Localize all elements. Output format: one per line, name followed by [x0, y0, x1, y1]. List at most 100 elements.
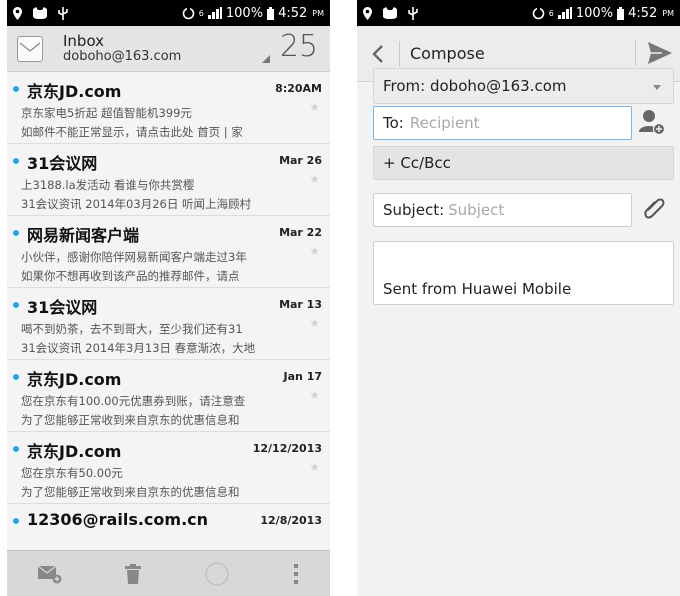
- unread-dot: [13, 374, 19, 380]
- star-icon[interactable]: ★: [309, 244, 320, 258]
- subject-placeholder: Subject: [448, 201, 505, 219]
- to-label: To:: [383, 114, 404, 132]
- cat-icon: [33, 7, 47, 19]
- battery-percent: 100%: [575, 5, 614, 21]
- mail-subject: 您在京东有50.00元: [21, 466, 123, 480]
- mail-date: 8:20AM: [275, 82, 322, 95]
- send-button[interactable]: [648, 42, 672, 68]
- star-icon[interactable]: ★: [309, 172, 320, 186]
- add-contact-icon: [639, 110, 666, 136]
- mail-subject: 上3188.la发活动 看谁与你共赏樱: [21, 178, 195, 192]
- star-icon[interactable]: ★: [309, 388, 320, 402]
- location-icon: [13, 6, 22, 20]
- mail-date: Mar 26: [279, 154, 322, 167]
- unread-dot: [13, 302, 19, 308]
- to-field[interactable]: To: Recipient: [373, 106, 632, 140]
- mail-subject: 您在京东有100.00元优惠券到账，请注意查: [21, 394, 246, 408]
- from-account-select[interactable]: From: doboho@163.com: [373, 68, 674, 104]
- mail-date: Jan 17: [283, 370, 322, 383]
- mail-sender: 网易新闻客户端: [27, 226, 140, 245]
- mail-subject: 小伙伴，感谢你陪伴网易新闻客户端走过3年: [21, 250, 247, 264]
- mail-row[interactable]: 京东JD.com 12/12/2013 您在京东有50.00元 为了您能够正常收…: [7, 432, 330, 504]
- unread-dot: [13, 86, 19, 92]
- mail-row[interactable]: 31会议网 Mar 13 喝不到奶茶，去不到哥大，至少我们还有31 31会议资讯…: [7, 288, 330, 360]
- chevron-down-icon: [653, 85, 661, 90]
- mail-preview: 31会议资讯 2014年03月26日 听闻上海顾村: [21, 197, 251, 211]
- action-bar: [7, 550, 330, 596]
- star-icon[interactable]: ★: [309, 316, 320, 330]
- back-button[interactable]: [365, 39, 391, 69]
- battery-icon: [617, 6, 625, 20]
- mail-row[interactable]: 京东JD.com Jan 17 您在京东有100.00元优惠券到账，请注意查 为…: [7, 360, 330, 432]
- signal-icon: [207, 7, 222, 19]
- cc-bcc-label: + Cc/Bcc: [383, 154, 451, 172]
- status-bar: 6 100% 4:52 PM: [357, 0, 680, 26]
- usb-icon: [408, 6, 418, 20]
- mail-preview: 31会议资讯 2014年3月13日 春意渐浓，大地: [21, 341, 256, 355]
- mail-row[interactable]: 网易新闻客户端 Mar 22 小伙伴，感谢你陪伴网易新闻客户端走过3年 如果你不…: [7, 216, 330, 288]
- compose-title: Compose: [410, 44, 485, 63]
- unread-dot: [13, 518, 19, 524]
- refresh-icon[interactable]: [204, 561, 230, 587]
- mail-date: Mar 22: [279, 226, 322, 239]
- mail-preview: 如果你不想再收到该产品的推荐邮件，请点: [21, 269, 240, 283]
- mail-date: 12/12/2013: [252, 442, 322, 455]
- mail-sender: 31会议网: [27, 154, 98, 173]
- mail-list: 京东JD.com 8:20AM 京东家电5折起 超值智能机399元 如邮件不能正…: [7, 72, 330, 576]
- add-contact-button[interactable]: [638, 108, 666, 140]
- inbox-header[interactable]: Inbox doboho@163.com 25: [7, 26, 330, 72]
- subject-label: Subject:: [383, 201, 445, 219]
- from-value: From: doboho@163.com: [383, 77, 567, 95]
- send-icon: [648, 42, 672, 64]
- status-bar: 6 100% 4:52 PM: [7, 0, 330, 26]
- mail-sender: 京东JD.com: [27, 370, 122, 389]
- mail-preview: 为了您能够正常收到来自京东的优惠信息和: [21, 413, 240, 427]
- unread-dot: [13, 158, 19, 164]
- mail-row[interactable]: 31会议网 Mar 26 上3188.la发活动 看谁与你共赏樱 31会议资讯 …: [7, 144, 330, 216]
- star-icon[interactable]: ★: [309, 100, 320, 114]
- battery-percent: 100%: [225, 5, 264, 21]
- divider: [635, 40, 636, 66]
- clock: 4:52: [628, 5, 658, 21]
- mail-date: 12/8/2013: [260, 514, 322, 527]
- compose-screen: 6 100% 4:52 PM Compose From: doboho@163.c…: [357, 0, 680, 596]
- inbox-account: doboho@163.com: [63, 48, 182, 64]
- unread-count: 25: [279, 29, 318, 64]
- attach-button[interactable]: [642, 196, 666, 224]
- mail-date: Mar 13: [279, 298, 322, 311]
- compose-mail-icon[interactable]: [38, 564, 62, 584]
- unread-dot: [13, 446, 19, 452]
- divider: [399, 40, 400, 67]
- account-dropdown-icon[interactable]: [262, 55, 270, 63]
- clock: 4:52: [278, 5, 308, 21]
- mail-sender: 31会议网: [27, 298, 98, 317]
- back-icon: [372, 44, 383, 63]
- clock-ampm: PM: [312, 8, 324, 18]
- usb-icon: [58, 6, 68, 20]
- cc-bcc-button[interactable]: + Cc/Bcc: [373, 146, 674, 180]
- clock-ampm: PM: [662, 8, 674, 18]
- mail-row[interactable]: 京东JD.com 8:20AM 京东家电5折起 超值智能机399元 如邮件不能正…: [7, 72, 330, 144]
- network-type: 6: [198, 8, 204, 18]
- signature-text: Sent from Huawei Mobile: [383, 280, 572, 298]
- location-icon: [363, 6, 372, 20]
- message-body-field[interactable]: Sent from Huawei Mobile: [373, 241, 674, 305]
- attach-icon: [644, 198, 665, 219]
- inbox-title: Inbox: [63, 31, 105, 50]
- overflow-menu-icon[interactable]: [293, 563, 299, 584]
- cat-icon: [383, 7, 397, 19]
- mail-preview: 如邮件不能正常显示，请点击此处 首页 | 家: [21, 125, 243, 139]
- unread-dot: [13, 230, 19, 236]
- network-type: 6: [548, 8, 554, 18]
- mail-subject: 喝不到奶茶，去不到哥大，至少我们还有31: [21, 322, 243, 336]
- sync-icon: [182, 6, 195, 19]
- to-placeholder: Recipient: [409, 114, 480, 132]
- mail-subject: 京东家电5折起 超值智能机399元: [21, 106, 192, 120]
- subject-field[interactable]: Subject: Subject: [373, 193, 632, 227]
- trash-icon[interactable]: [125, 563, 142, 584]
- star-icon[interactable]: ★: [309, 460, 320, 474]
- mail-preview: 为了您能够正常收到来自京东的优惠信息和: [21, 485, 240, 499]
- inbox-screen: 6 100% 4:52 PM Inbox doboho@163.com 25 京东…: [7, 0, 330, 596]
- battery-icon: [267, 6, 275, 20]
- inbox-mail-icon: [17, 35, 43, 62]
